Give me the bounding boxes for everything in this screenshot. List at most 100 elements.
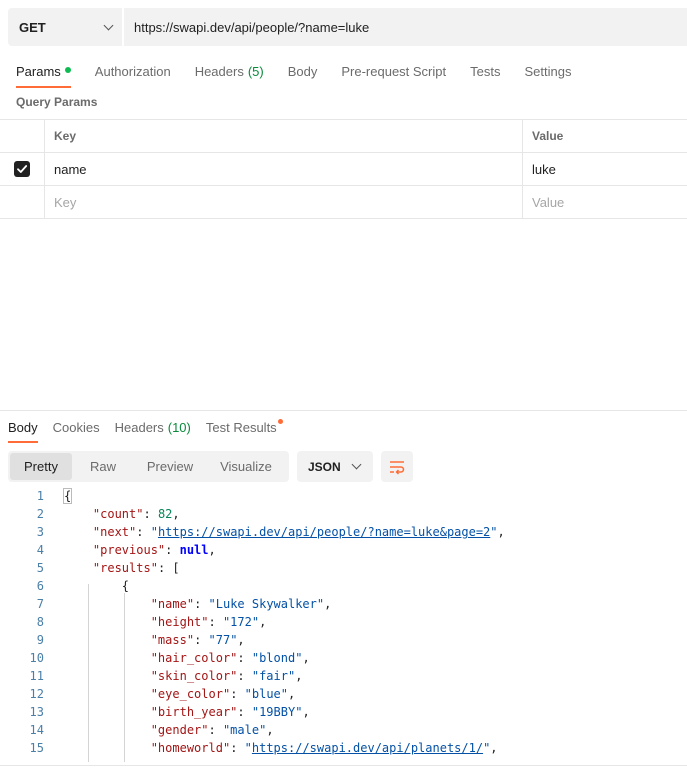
code-text: "homeworld": "https://swapi.dev/api/plan… xyxy=(150,741,498,755)
code-line: 14 "gender": "male", xyxy=(0,721,687,739)
view-pretty-button[interactable]: Pretty xyxy=(10,453,72,480)
line-number: 1 xyxy=(36,489,44,503)
code-line: 3 "next": "https://swapi.dev/api/people/… xyxy=(0,523,687,541)
format-label: JSON xyxy=(308,459,341,474)
code-text: "eye_color": "blue", xyxy=(150,687,296,701)
request-url-bar: GET xyxy=(8,8,687,46)
request-tabs: Params Authorization Headers (5) Body Pr… xyxy=(0,54,595,88)
param-value-cell[interactable]: luke xyxy=(523,153,687,185)
code-text: "height": "172", xyxy=(150,615,267,629)
code-text: "previous": null, xyxy=(92,543,216,557)
line-number: 2 xyxy=(36,507,44,521)
line-number: 12 xyxy=(29,687,44,701)
code-line: 2 "count": 82, xyxy=(0,505,687,523)
tab-headers-count: (5) xyxy=(247,63,264,79)
tab-params-label: Params xyxy=(16,63,61,79)
query-params-title: Query Params xyxy=(16,95,98,109)
code-text: "birth_year": "19BBY", xyxy=(150,705,310,719)
format-select[interactable]: JSON xyxy=(297,451,373,482)
tab-tests-label: Tests xyxy=(470,63,501,79)
chevron-down-icon xyxy=(351,459,362,470)
code-text: { xyxy=(64,579,130,593)
code-text: { xyxy=(62,488,73,504)
table-header-check-cell xyxy=(0,120,45,152)
editor-bottom-border xyxy=(0,765,687,766)
view-raw-button[interactable]: Raw xyxy=(72,453,134,480)
response-body-editor[interactable]: 1{2 "count": 82, 3 "next": "https://swapi… xyxy=(0,487,687,757)
code-text: "gender": "male", xyxy=(150,723,274,737)
tab-tests[interactable]: Tests xyxy=(470,54,500,88)
table-header-value: Value xyxy=(532,129,564,143)
tab-settings[interactable]: Settings xyxy=(524,54,571,88)
method-label: GET xyxy=(19,19,46,35)
wrap-lines-icon xyxy=(390,460,405,475)
tab-cookies[interactable]: Cookies xyxy=(53,411,100,443)
tab-pre-request-script[interactable]: Pre-request Script xyxy=(341,54,446,88)
tab-authorization[interactable]: Authorization xyxy=(95,54,171,88)
code-line: 9 "mass": "77", xyxy=(0,631,687,649)
line-number: 6 xyxy=(36,579,44,593)
tab-body[interactable]: Body xyxy=(288,54,318,88)
view-preview-button[interactable]: Preview xyxy=(134,453,206,480)
code-text: "name": "Luke Skywalker", xyxy=(150,597,332,611)
method-select[interactable]: GET xyxy=(8,8,124,46)
code-line: 1{ xyxy=(0,487,687,505)
test-results-indicator xyxy=(277,418,283,424)
tab-response-headers[interactable]: Headers (10) xyxy=(115,411,191,443)
code-text: "hair_color": "blond", xyxy=(150,651,310,665)
code-line: 11 "skin_color": "fair", xyxy=(0,667,687,685)
params-active-indicator xyxy=(64,67,71,73)
row-check-cell-empty xyxy=(0,186,45,218)
code-line: 13 "birth_year": "19BBY", xyxy=(0,703,687,721)
table-header-key: Key xyxy=(45,120,523,152)
tab-response-headers-count: (10) xyxy=(167,419,191,435)
line-number: 4 xyxy=(36,543,44,557)
code-text: "next": "https://swapi.dev/api/people/?n… xyxy=(92,525,505,539)
view-mode-toggle: Pretty Raw Preview Visualize xyxy=(8,451,289,482)
table-row: name luke xyxy=(0,153,687,186)
tab-authorization-label: Authorization xyxy=(94,63,171,79)
tab-test-results-label: Test Results xyxy=(205,419,277,435)
tab-response-body[interactable]: Body xyxy=(8,411,38,443)
code-line: 7 "name": "Luke Skywalker", xyxy=(0,595,687,613)
tab-test-results[interactable]: Test Results xyxy=(206,411,283,443)
new-param-value-input[interactable]: Value xyxy=(523,186,687,218)
line-number: 14 xyxy=(29,723,44,737)
checkmark-icon xyxy=(17,165,28,173)
param-key-cell[interactable]: name xyxy=(45,153,523,185)
code-line: 6 { xyxy=(0,577,687,595)
tab-pre-request-script-label: Pre-request Script xyxy=(341,63,447,79)
view-visualize-button[interactable]: Visualize xyxy=(206,453,286,480)
line-number: 7 xyxy=(36,597,44,611)
tab-body-label: Body xyxy=(287,63,318,79)
code-line: 4 "previous": null, xyxy=(0,541,687,559)
code-line: 8 "height": "172", xyxy=(0,613,687,631)
table-header-row: Key Value xyxy=(0,120,687,153)
code-line: 12 "eye_color": "blue", xyxy=(0,685,687,703)
line-number: 9 xyxy=(36,633,44,647)
line-number: 15 xyxy=(29,741,44,755)
line-number: 8 xyxy=(36,615,44,629)
chevron-down-icon xyxy=(103,20,114,30)
line-number: 3 xyxy=(36,525,44,539)
table-row-empty: Key Value xyxy=(0,186,687,219)
tab-settings-label: Settings xyxy=(524,63,572,79)
param-enabled-checkbox[interactable] xyxy=(14,161,30,177)
line-number: 10 xyxy=(29,651,44,665)
tab-headers-label: Headers xyxy=(194,63,244,79)
tab-response-body-label: Body xyxy=(8,419,38,435)
wrap-lines-button[interactable] xyxy=(381,451,413,482)
tab-params[interactable]: Params xyxy=(16,54,71,88)
tab-headers[interactable]: Headers (5) xyxy=(195,54,264,88)
query-params-table: Key Value name luke Key Value xyxy=(0,119,687,219)
code-line: 15 "homeworld": "https://swapi.dev/api/p… xyxy=(0,739,687,757)
code-text: "results": [ xyxy=(92,561,180,575)
line-number: 5 xyxy=(36,561,44,575)
code-text: "skin_color": "fair", xyxy=(150,669,303,683)
row-check-cell xyxy=(0,153,45,185)
code-text: "mass": "77", xyxy=(150,633,245,647)
url-input[interactable] xyxy=(124,8,687,46)
new-param-key-input[interactable]: Key xyxy=(45,186,523,218)
code-line: 5 "results": [ xyxy=(0,559,687,577)
response-tabs: Body Cookies Headers (10) Test Results xyxy=(8,411,298,443)
